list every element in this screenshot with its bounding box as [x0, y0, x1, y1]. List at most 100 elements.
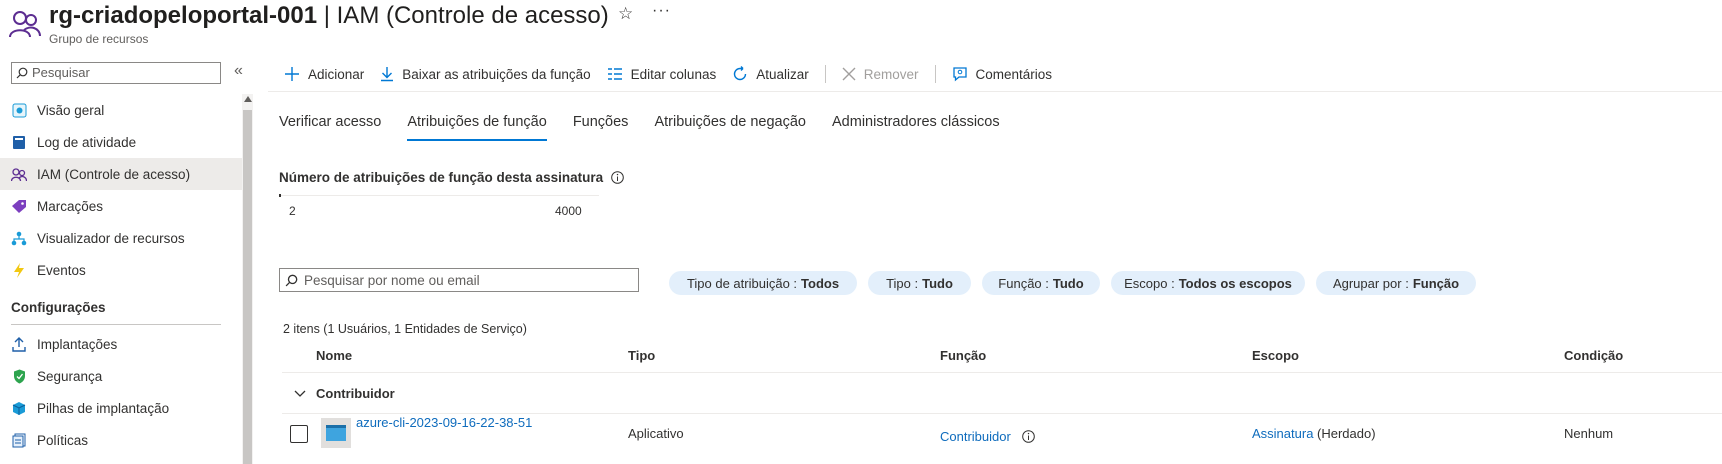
group-header-contributor[interactable]: Contribuidor — [294, 386, 395, 401]
column-header-role[interactable]: Função — [940, 348, 986, 363]
page-header: rg-criadopeloportal-001 | IAM (Controle … — [0, 0, 1722, 52]
activity-log-icon — [11, 134, 27, 150]
columns-icon — [607, 68, 622, 80]
count-title-label: Número de atribuições de função desta as… — [279, 170, 604, 185]
row-checkbox[interactable] — [290, 425, 308, 443]
chevron-down-icon[interactable] — [294, 390, 306, 398]
sidebar-item-label: Visualizador de recursos — [37, 230, 185, 246]
add-button[interactable]: Adicionar — [284, 66, 364, 82]
edit-columns-button[interactable]: Editar colunas — [607, 66, 717, 82]
collapse-sidebar-icon[interactable]: « — [234, 62, 243, 80]
group-label: Contribuidor — [316, 386, 395, 401]
search-icon — [285, 274, 298, 286]
plus-icon — [285, 67, 299, 81]
command-bar: Adicionar Baixar as atribuições da funçã… — [284, 62, 1068, 86]
items-count: 2 itens (1 Usuários, 1 Entidades de Serv… — [283, 322, 527, 336]
close-icon — [842, 67, 856, 81]
filter-type[interactable]: Tipo : Tudo — [868, 271, 971, 295]
sidebar-item-policies[interactable]: Políticas — [0, 424, 242, 456]
sidebar-search-placeholder: Pesquisar — [32, 65, 90, 80]
sidebar-section-settings: Configurações — [11, 300, 106, 315]
role-link[interactable]: Contribuidor — [940, 429, 1011, 444]
tab-classic-administrators[interactable]: Administradores clássicos — [832, 114, 1000, 142]
sidebar-item-events[interactable]: Eventos — [0, 254, 242, 286]
search-icon — [16, 67, 28, 79]
sidebar-nav: Visão geral Log de atividade IAM (Contro… — [0, 94, 242, 286]
tab-role-assignments[interactable]: Atribuições de função — [407, 114, 548, 142]
remove-label: Remover — [863, 66, 919, 82]
sidebar-item-label: Log de atividade — [37, 134, 137, 150]
role-cell: Contribuidor — [940, 429, 1036, 444]
sidebar-search-input[interactable]: Pesquisar — [11, 62, 221, 84]
sidebar-item-security[interactable]: Segurança — [0, 360, 242, 392]
refresh-button[interactable]: Atualizar — [732, 66, 809, 82]
sidebar-item-label: Implantações — [37, 336, 118, 352]
column-header-type[interactable]: Tipo — [628, 348, 655, 363]
sidebar-item-label: IAM (Controle de acesso) — [37, 166, 191, 182]
title-separator: | — [317, 2, 337, 29]
resource-name: rg-criadopeloportal-001 — [49, 2, 318, 29]
filter-assignment-type[interactable]: Tipo de atribuição : Todos — [669, 271, 857, 295]
favorite-star-icon[interactable]: ☆ — [618, 4, 633, 24]
tags-icon — [11, 198, 27, 214]
divider — [268, 91, 1722, 92]
download-role-assignments-button[interactable]: Baixar as atribuições da função — [380, 66, 591, 82]
divider — [282, 413, 1722, 414]
sidebar-scrollbar[interactable] — [242, 94, 253, 464]
feedback-button[interactable]: Comentários — [952, 66, 1052, 82]
edit-columns-label: Editar colunas — [630, 66, 717, 82]
assignments-usage-fill — [279, 194, 281, 197]
column-header-condition[interactable]: Condição — [1564, 348, 1623, 363]
scrollbar-thumb[interactable] — [243, 110, 252, 464]
principal-type: Aplicativo — [628, 426, 684, 441]
sidebar-item-deployments[interactable]: Implantações — [0, 328, 242, 360]
filter-label: Função : — [998, 275, 1049, 291]
filter-group-by[interactable]: Agrupar por : Função — [1316, 271, 1476, 295]
filter-role[interactable]: Função : Tudo — [982, 271, 1100, 295]
sidebar-item-label: Marcações — [37, 198, 104, 214]
scope-link[interactable]: Assinatura — [1252, 426, 1313, 441]
more-options-icon[interactable]: ··· — [652, 2, 671, 20]
sidebar-item-resource-visualizer[interactable]: Visualizador de recursos — [0, 222, 242, 254]
sidebar-item-overview[interactable]: Visão geral — [0, 94, 242, 126]
sidebar: Pesquisar « Visão geral Log de atividade… — [0, 56, 253, 464]
sidebar-item-iam[interactable]: IAM (Controle de acesso) — [0, 158, 242, 190]
sidebar-item-label: Eventos — [37, 262, 86, 278]
download-label: Baixar as atribuições da função — [402, 66, 591, 82]
search-placeholder: Pesquisar por nome ou email — [304, 272, 480, 288]
sidebar-item-label: Políticas — [37, 432, 89, 448]
deployments-icon — [11, 336, 27, 352]
column-header-name[interactable]: Nome — [316, 348, 352, 363]
scroll-up-icon[interactable] — [244, 96, 252, 102]
assignments-current: 2 — [289, 204, 296, 218]
sidebar-item-deployment-stacks[interactable]: Pilhas de implantação — [0, 392, 242, 424]
page-name: IAM (Controle de acesso) — [336, 2, 609, 29]
tab-roles[interactable]: Funções — [573, 114, 629, 142]
add-label: Adicionar — [308, 66, 365, 82]
principal-name-link[interactable]: azure-cli-2023-09-16-22-38-51 — [356, 415, 532, 430]
sidebar-item-activity-log[interactable]: Log de atividade — [0, 126, 242, 158]
tab-deny-assignments[interactable]: Atribuições de negação — [654, 114, 806, 142]
tab-check-access[interactable]: Verificar acesso — [279, 114, 381, 142]
iam-icon — [11, 166, 27, 182]
info-icon[interactable] — [611, 171, 624, 184]
page-title: rg-criadopeloportal-001 | IAM (Controle … — [49, 2, 609, 30]
toolbar-separator — [824, 65, 826, 83]
scope-cell: Assinatura (Herdado) — [1252, 426, 1376, 441]
column-header-scope[interactable]: Escopo — [1252, 348, 1299, 363]
sidebar-item-tags[interactable]: Marcações — [0, 190, 242, 222]
resource-group-icon — [9, 11, 41, 38]
filter-label: Escopo : — [1124, 275, 1175, 291]
toolbar-separator — [934, 65, 936, 83]
filter-value: Tudo — [1052, 275, 1084, 291]
filter-value: Tudo — [922, 275, 953, 291]
info-icon[interactable] — [1022, 430, 1036, 443]
filter-scope[interactable]: Escopo : Todos os escopos — [1111, 271, 1305, 295]
filter-label: Tipo : — [886, 275, 919, 291]
scope-inherited: (Herdado) — [1313, 426, 1376, 441]
sidebar-item-label: Visão geral — [37, 102, 105, 118]
assignments-usage-bar — [279, 194, 599, 197]
filter-value: Todos — [801, 275, 840, 291]
remove-button[interactable]: Remover — [842, 67, 919, 82]
name-email-search-input[interactable]: Pesquisar por nome ou email — [279, 268, 639, 292]
